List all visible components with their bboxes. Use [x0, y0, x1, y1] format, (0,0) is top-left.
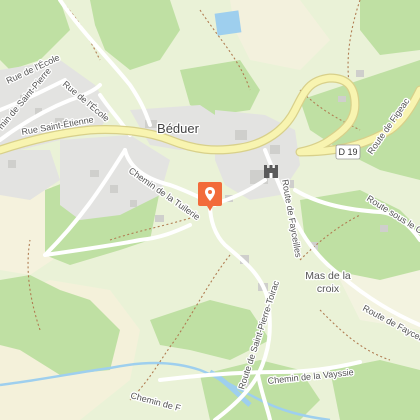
map-view[interactable]: Béduer Rue Saint-Étienne Rue de l'École … [0, 0, 420, 420]
route-shield-label: D 19 [338, 147, 357, 157]
map-canvas[interactable]: Béduer Rue Saint-Étienne Rue de l'École … [0, 0, 420, 420]
route-shield-d19: D 19 [335, 144, 361, 160]
town-label: Béduer [157, 121, 200, 136]
castle-icon[interactable] [264, 165, 278, 178]
place-label-line2: croix [317, 283, 340, 295]
place-label-line1: Mas de la [305, 270, 351, 282]
